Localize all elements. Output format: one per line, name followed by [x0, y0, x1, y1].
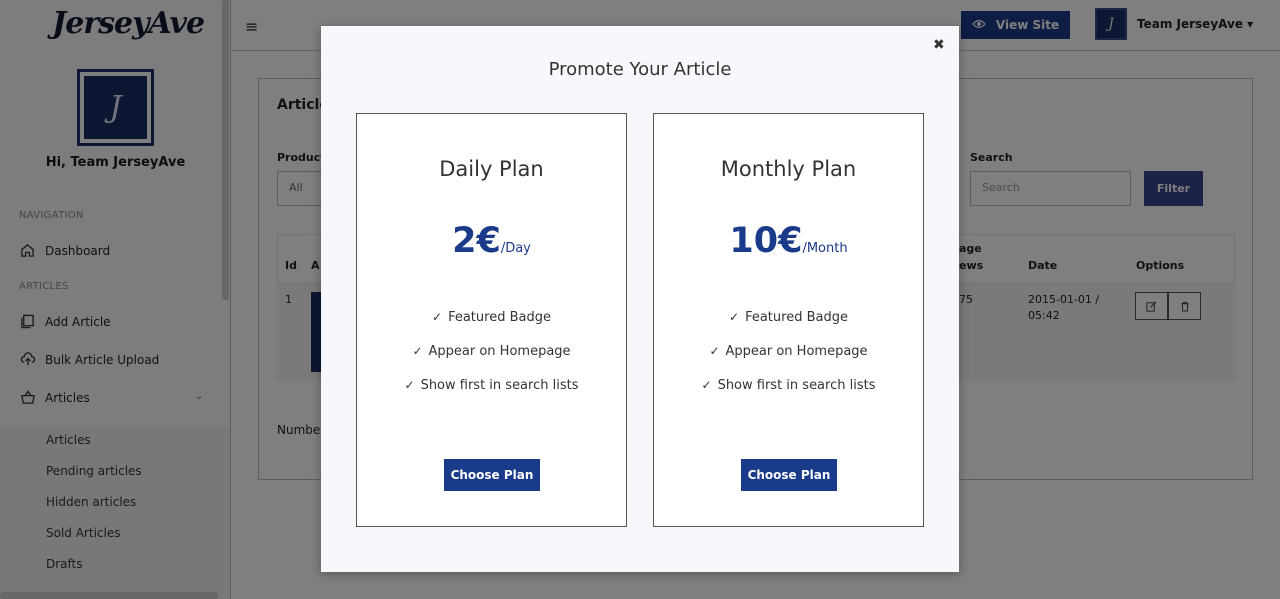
- feature-list: ✓ Featured Badge ✓ Appear on Homepage ✓ Sho…: [654, 310, 923, 412]
- feature-item: ✓ Show first in search lists: [357, 378, 626, 412]
- plan-name: Daily Plan: [439, 157, 544, 181]
- feature-item: ✓ Featured Badge: [654, 310, 923, 344]
- feature-item: ✓ Appear on Homepage: [357, 344, 626, 378]
- choose-plan-button[interactable]: Choose Plan: [444, 459, 540, 491]
- feature-label: Show first in search lists: [420, 378, 579, 393]
- plan-amount: 10€: [729, 221, 803, 261]
- check-icon: ✓: [404, 378, 415, 392]
- promote-modal: ✖ Promote Your Article Daily Plan 2€/Day…: [321, 26, 959, 572]
- check-icon: ✓: [412, 344, 423, 358]
- feature-item: ✓ Featured Badge: [357, 310, 626, 344]
- choose-plan-button[interactable]: Choose Plan: [741, 459, 837, 491]
- feature-item: ✓ Appear on Homepage: [654, 344, 923, 378]
- feature-list: ✓ Featured Badge ✓ Appear on Homepage ✓ Sho…: [357, 310, 626, 412]
- feature-label: Appear on Homepage: [428, 344, 571, 359]
- plan-card-monthly: Monthly Plan 10€/Month ✓ Featured Badge ✓…: [653, 113, 924, 527]
- check-icon: ✓: [729, 310, 740, 324]
- close-icon[interactable]: ✖: [933, 37, 945, 53]
- plan-name: Monthly Plan: [720, 157, 857, 181]
- feature-label: Appear on Homepage: [725, 344, 868, 359]
- plan-period: /Month: [802, 241, 848, 256]
- plan-card-daily: Daily Plan 2€/Day ✓ Featured Badge ✓ Appea…: [356, 113, 627, 527]
- check-icon: ✓: [701, 378, 712, 392]
- plan-period: /Day: [500, 241, 531, 256]
- check-icon: ✓: [432, 310, 443, 324]
- feature-label: Featured Badge: [448, 310, 551, 325]
- feature-item: ✓ Show first in search lists: [654, 378, 923, 412]
- modal-title: Promote Your Article: [548, 59, 732, 80]
- plan-amount: 2€: [452, 221, 501, 261]
- feature-label: Show first in search lists: [717, 378, 876, 393]
- feature-label: Featured Badge: [745, 310, 848, 325]
- plan-price: 10€/Month: [654, 221, 923, 261]
- plan-price: 2€/Day: [357, 221, 626, 261]
- check-icon: ✓: [709, 344, 720, 358]
